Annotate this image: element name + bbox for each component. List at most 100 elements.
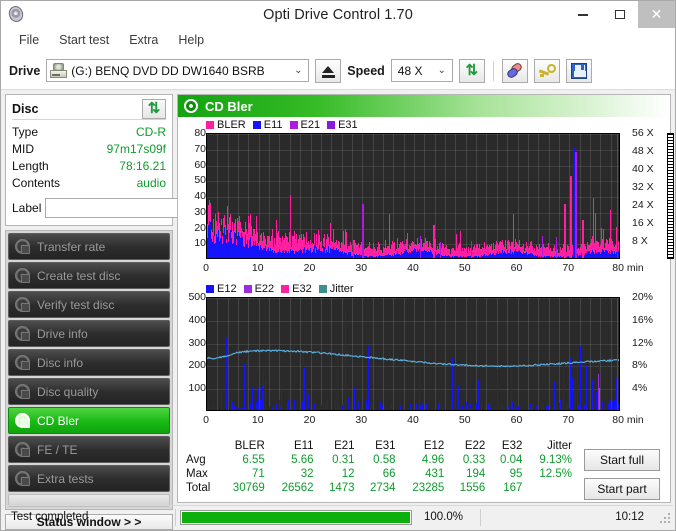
sidebar-item-disc-info[interactable]: Disc info	[8, 349, 170, 376]
legend-item-e32: E32	[281, 283, 312, 295]
col-head-e22: E22	[464, 440, 486, 452]
sidebar-item-verify-test-disc[interactable]: Verify test disc	[8, 291, 170, 318]
disc-icon	[15, 297, 30, 312]
bler-chart[interactable]: BLER E11 E21 E31 10 20 30 40 50 60 70 80 8 X 16 X 24…	[180, 119, 674, 279]
grid-line	[321, 134, 322, 258]
col-head-e32: E32	[501, 440, 523, 452]
grid-line	[331, 134, 332, 258]
sidebar-item-label: Verify test disc	[37, 297, 115, 312]
start-part-button[interactable]: Start part	[584, 478, 660, 500]
sidebar-item-disc-quality[interactable]: Disc quality	[8, 378, 170, 405]
save-button[interactable]	[565, 58, 592, 83]
app-window: Opti Drive Control 1.70 ✕ File Start tes…	[0, 0, 676, 531]
grid-line	[580, 134, 581, 258]
y2-tick-label: 56 X	[632, 127, 654, 139]
grid-line	[207, 166, 619, 167]
y-tick-label: 100	[188, 382, 206, 395]
data-spike	[433, 224, 435, 258]
progress-bar	[180, 509, 412, 525]
grid-line	[207, 181, 619, 182]
jitter-chart[interactable]: E12 E22 E32 Jitter 100 200 300 400 500 4% 8% 12% 1…	[180, 283, 666, 431]
y2-tick-label: 48 X	[632, 145, 654, 157]
legend-item-e21: E21	[289, 119, 320, 131]
pill-icon	[505, 61, 524, 79]
y-tick-label: 20	[194, 221, 206, 234]
disc-row-value: 78:16.21	[119, 159, 166, 173]
x-tick-label: 20	[303, 414, 316, 426]
legend-item-bler: BLER	[206, 119, 246, 131]
sidebar-item-extra-tests[interactable]: Extra tests	[8, 465, 170, 492]
refresh-button[interactable]: ⇅	[458, 58, 485, 83]
sidebar-item-transfer-rate[interactable]: Transfer rate	[8, 233, 170, 260]
legend-swatch-icon	[252, 121, 261, 129]
y2-tick-label: 16 X	[632, 217, 654, 229]
speed-select[interactable]: 48 X ⌄	[390, 59, 453, 82]
disc-row-value: audio	[136, 176, 166, 190]
disc-label-input[interactable]	[45, 198, 196, 218]
menu-item-extra[interactable]: Extra	[121, 30, 166, 50]
test-pill-button[interactable]	[501, 58, 528, 83]
disc-refresh-button[interactable]: ⇅	[142, 98, 166, 119]
test-actions: Start full Start part	[584, 439, 664, 500]
statistics-table: BLER E11 E21 E31 E12 E22 E32 Jitter Avg	[182, 439, 578, 495]
cell-total-bler: 30769	[232, 482, 265, 494]
cell-total-e11: 26562	[281, 482, 314, 494]
col-head-bler: BLER	[234, 440, 265, 452]
refresh-icon: ⇅	[465, 62, 479, 79]
col-head-e31: E31	[375, 440, 396, 452]
y-tick-label: 30	[194, 205, 206, 218]
y-tick-label: 200	[188, 359, 206, 372]
jitter-plot-area[interactable]	[206, 297, 620, 411]
grid-line	[507, 134, 508, 258]
cell-max-e12: 431	[425, 468, 445, 480]
status-bar: Test completed 100.0% 10:12	[3, 505, 673, 528]
main-panel: CD Bler BLER E11 E21 E31 10 20 30 40 50 60 70 80 8…	[177, 94, 674, 503]
menu-item-file[interactable]: File	[11, 30, 47, 50]
sidebar-item-create-test-disc[interactable]: Create test disc	[8, 262, 170, 289]
table-row: Avg 6.55 5.66 0.31 0.58 4.96 0.33 0.04 9…	[182, 453, 578, 467]
main-header: CD Bler	[178, 95, 670, 117]
menu-bar: File Start test Extra Help	[1, 28, 675, 52]
disc-label-row: Label	[12, 197, 218, 219]
eject-button[interactable]	[315, 58, 342, 83]
menu-item-help[interactable]: Help	[170, 30, 212, 50]
sidebar-item-label: Transfer rate	[37, 239, 106, 254]
cell-total-e12: 23285	[412, 482, 445, 494]
legend-swatch-icon	[281, 285, 290, 293]
bler-chart-legend: BLER E11 E21 E31	[206, 119, 358, 131]
sidebar-item-label: FE / TE	[37, 442, 78, 457]
grid-line	[373, 134, 374, 258]
menu-item-start-test[interactable]: Start test	[51, 30, 117, 50]
legend-label: Jitter	[329, 283, 354, 295]
resize-grip-icon[interactable]	[658, 511, 670, 523]
cell-max-e22: 194	[466, 468, 486, 480]
sidebar-item-fe-te[interactable]: FE / TE	[8, 436, 170, 463]
start-full-button[interactable]: Start full	[584, 449, 660, 471]
data-spike	[575, 152, 577, 258]
key-button[interactable]	[533, 58, 560, 83]
grid-line	[207, 197, 619, 198]
legend-swatch-icon	[243, 285, 252, 293]
disc-icon	[15, 471, 30, 486]
disc-icon	[15, 442, 30, 457]
sidebar-item-drive-info[interactable]: Drive info	[8, 320, 170, 347]
y-tick-label: 10	[194, 237, 206, 250]
grid-line	[311, 134, 312, 258]
legend-item-e22: E22	[243, 283, 274, 295]
x-tick-label: 50	[458, 414, 471, 426]
sidebar-item-label: Extra tests	[37, 471, 94, 486]
end-marker-line	[616, 134, 618, 258]
col-head-blank	[182, 439, 222, 453]
sidebar-item-label: CD Bler	[37, 413, 80, 428]
drive-select[interactable]: (G:) BENQ DVD DD DW1640 BSRB ⌄	[46, 59, 310, 82]
disc-row-contents: Contents audio	[12, 175, 166, 192]
sidebar-item-cd-bler[interactable]: CD Bler	[8, 407, 170, 434]
sidebar-nav: Transfer rate Create test disc Verify te…	[5, 230, 173, 510]
y2-tick-label: 16%	[632, 313, 654, 326]
x-tick-label: 50	[458, 262, 471, 274]
bler-plot-area[interactable]	[206, 133, 620, 259]
y2-tick-label: 24 X	[632, 199, 654, 211]
y-tick-label: 50	[194, 174, 206, 187]
cell-total-e31: 2734	[369, 482, 396, 494]
grid-line	[528, 134, 529, 258]
